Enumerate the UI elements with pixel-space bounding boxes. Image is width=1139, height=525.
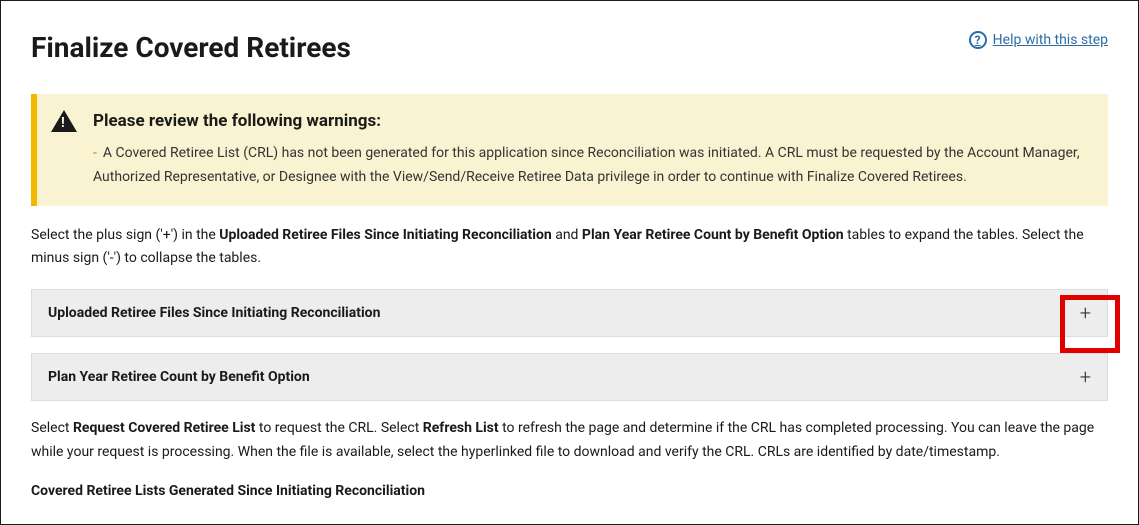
warning-header: Please review the following warnings: [51, 110, 1088, 132]
question-circle-icon: ? [969, 31, 987, 49]
help-link[interactable]: ? Help with this step [969, 31, 1108, 49]
instruction-paragraph-2: Select Request Covered Retiree List to r… [31, 417, 1108, 465]
instr1-prefix: Select the plus sign ('+') in the [31, 227, 219, 243]
accordion-plan-year-retiree-count[interactable]: Plan Year Retiree Count by Benefit Optio… [31, 353, 1108, 401]
accordion-uploaded-retiree-files[interactable]: Uploaded Retiree Files Since Initiating … [31, 289, 1108, 337]
instr1-bold1: Uploaded Retiree Files Since Initiating … [219, 227, 551, 243]
instr1-mid: and [552, 227, 582, 243]
accordion-title-1: Uploaded Retiree Files Since Initiating … [48, 305, 380, 321]
instr2-bold1: Request Covered Retiree List [73, 420, 255, 436]
instr2-mid1: to request the CRL. Select [255, 420, 422, 436]
page-container: Finalize Covered Retirees ? Help with th… [0, 0, 1139, 525]
warning-title: Please review the following warnings: [93, 111, 381, 131]
instr2-bold2: Refresh List [423, 420, 499, 436]
warning-triangle-icon [51, 110, 77, 132]
warning-message: A Covered Retiree List (CRL) has not bee… [93, 145, 1080, 185]
header-row: Finalize Covered Retirees ? Help with th… [31, 31, 1108, 64]
instruction-paragraph-1: Select the plus sign ('+') in the Upload… [31, 224, 1108, 272]
covered-retiree-lists-heading: Covered Retiree Lists Generated Since In… [31, 483, 1108, 499]
warning-bullet: - [93, 145, 103, 161]
accordion-title-2: Plan Year Retiree Count by Benefit Optio… [48, 369, 310, 385]
plus-icon: + [1080, 303, 1091, 323]
instr2-prefix: Select [31, 420, 73, 436]
help-link-label: Help with this step [993, 32, 1108, 48]
warning-box: Please review the following warnings: -A… [31, 94, 1108, 206]
plus-icon: + [1080, 367, 1091, 387]
warning-body: -A Covered Retiree List (CRL) has not be… [51, 142, 1088, 190]
instr1-bold2: Plan Year Retiree Count by Benefit Optio… [582, 227, 844, 243]
page-title: Finalize Covered Retirees [31, 31, 351, 64]
